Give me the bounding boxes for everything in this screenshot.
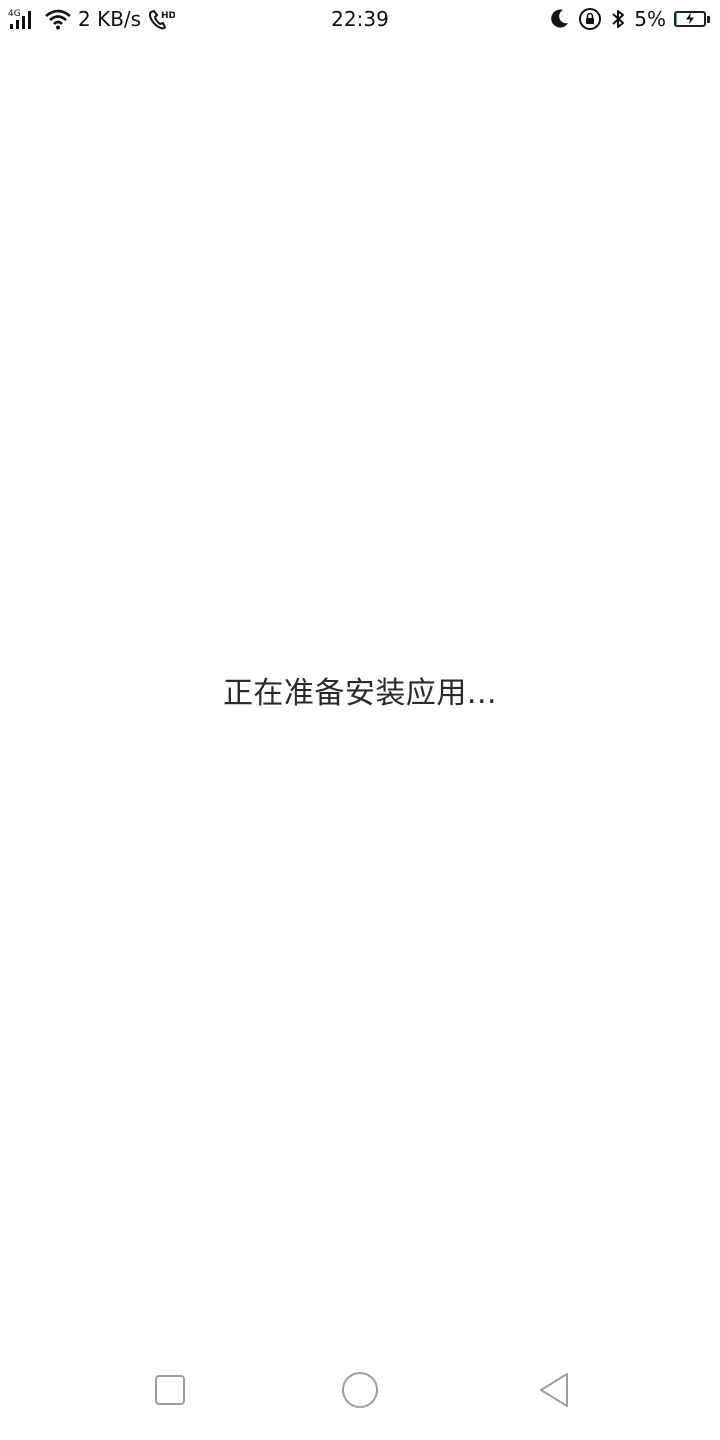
home-button[interactable] (336, 1366, 384, 1414)
signal-icon: 4G (8, 7, 38, 31)
install-preparing-message: 正在准备安装应用... (222, 676, 498, 711)
recents-button[interactable] (146, 1366, 194, 1414)
rotation-lock-icon (578, 7, 602, 31)
moon-icon (548, 8, 570, 30)
navigation-bar (0, 1344, 720, 1440)
hd-label: HD (161, 11, 175, 21)
back-button[interactable] (530, 1366, 578, 1414)
battery-body (674, 11, 706, 27)
battery-tip (707, 15, 710, 23)
battery-percent: 5% (634, 7, 666, 31)
screen: 4G 2 KB/s HD 22:39 5% 正在准备安装应用... (0, 0, 720, 1440)
hd-call-icon: HD (147, 8, 175, 30)
triangle-back-icon (540, 1373, 568, 1407)
network-type-label: 4G (8, 9, 21, 19)
circle-icon (342, 1372, 378, 1408)
battery-charging-icon (674, 11, 710, 27)
status-bar-right: 5% (548, 0, 710, 38)
battery-fill (676, 13, 678, 25)
wifi-icon (44, 8, 72, 30)
net-speed: 2 KB/s (78, 7, 142, 31)
clock: 22:39 (331, 7, 389, 31)
square-icon (155, 1375, 185, 1405)
status-bar: 4G 2 KB/s HD 22:39 5% (0, 0, 720, 38)
status-bar-left: 4G 2 KB/s HD (8, 0, 175, 38)
charging-bolt-icon (685, 13, 695, 25)
bluetooth-icon (610, 8, 626, 30)
